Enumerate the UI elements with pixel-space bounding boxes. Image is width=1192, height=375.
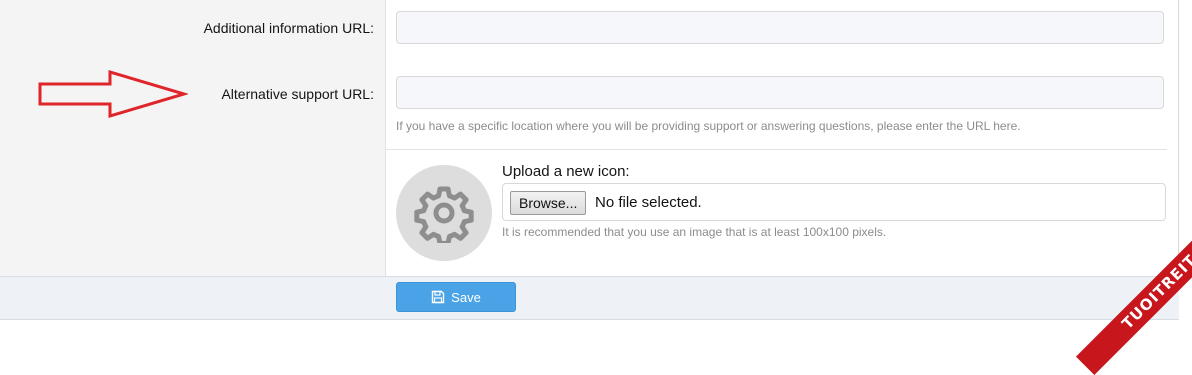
file-status-text: No file selected. xyxy=(595,194,702,211)
upload-icon-label: Upload a new icon: xyxy=(502,163,630,180)
file-input[interactable]: Browse... No file selected. xyxy=(502,183,1166,221)
additional-info-url-input[interactable] xyxy=(396,11,1164,44)
form-footer xyxy=(0,276,1179,320)
form-label-column xyxy=(0,0,386,276)
additional-info-url-label: Additional information URL: xyxy=(203,20,374,36)
alternative-support-url-input[interactable] xyxy=(396,76,1164,109)
annotation-arrow xyxy=(38,69,188,119)
alternative-support-url-label: Alternative support URL: xyxy=(221,86,374,102)
floppy-disk-icon xyxy=(431,290,445,304)
gear-icon xyxy=(414,186,474,243)
icon-preview xyxy=(396,165,492,261)
browse-button[interactable]: Browse... xyxy=(510,191,587,215)
section-divider xyxy=(386,149,1167,150)
upload-icon-hint: It is recommended that you use an image … xyxy=(502,225,887,239)
save-button[interactable]: Save xyxy=(396,282,516,312)
save-button-label: Save xyxy=(451,289,481,305)
alternative-support-url-hint: If you have a specific location where yo… xyxy=(396,119,1021,133)
